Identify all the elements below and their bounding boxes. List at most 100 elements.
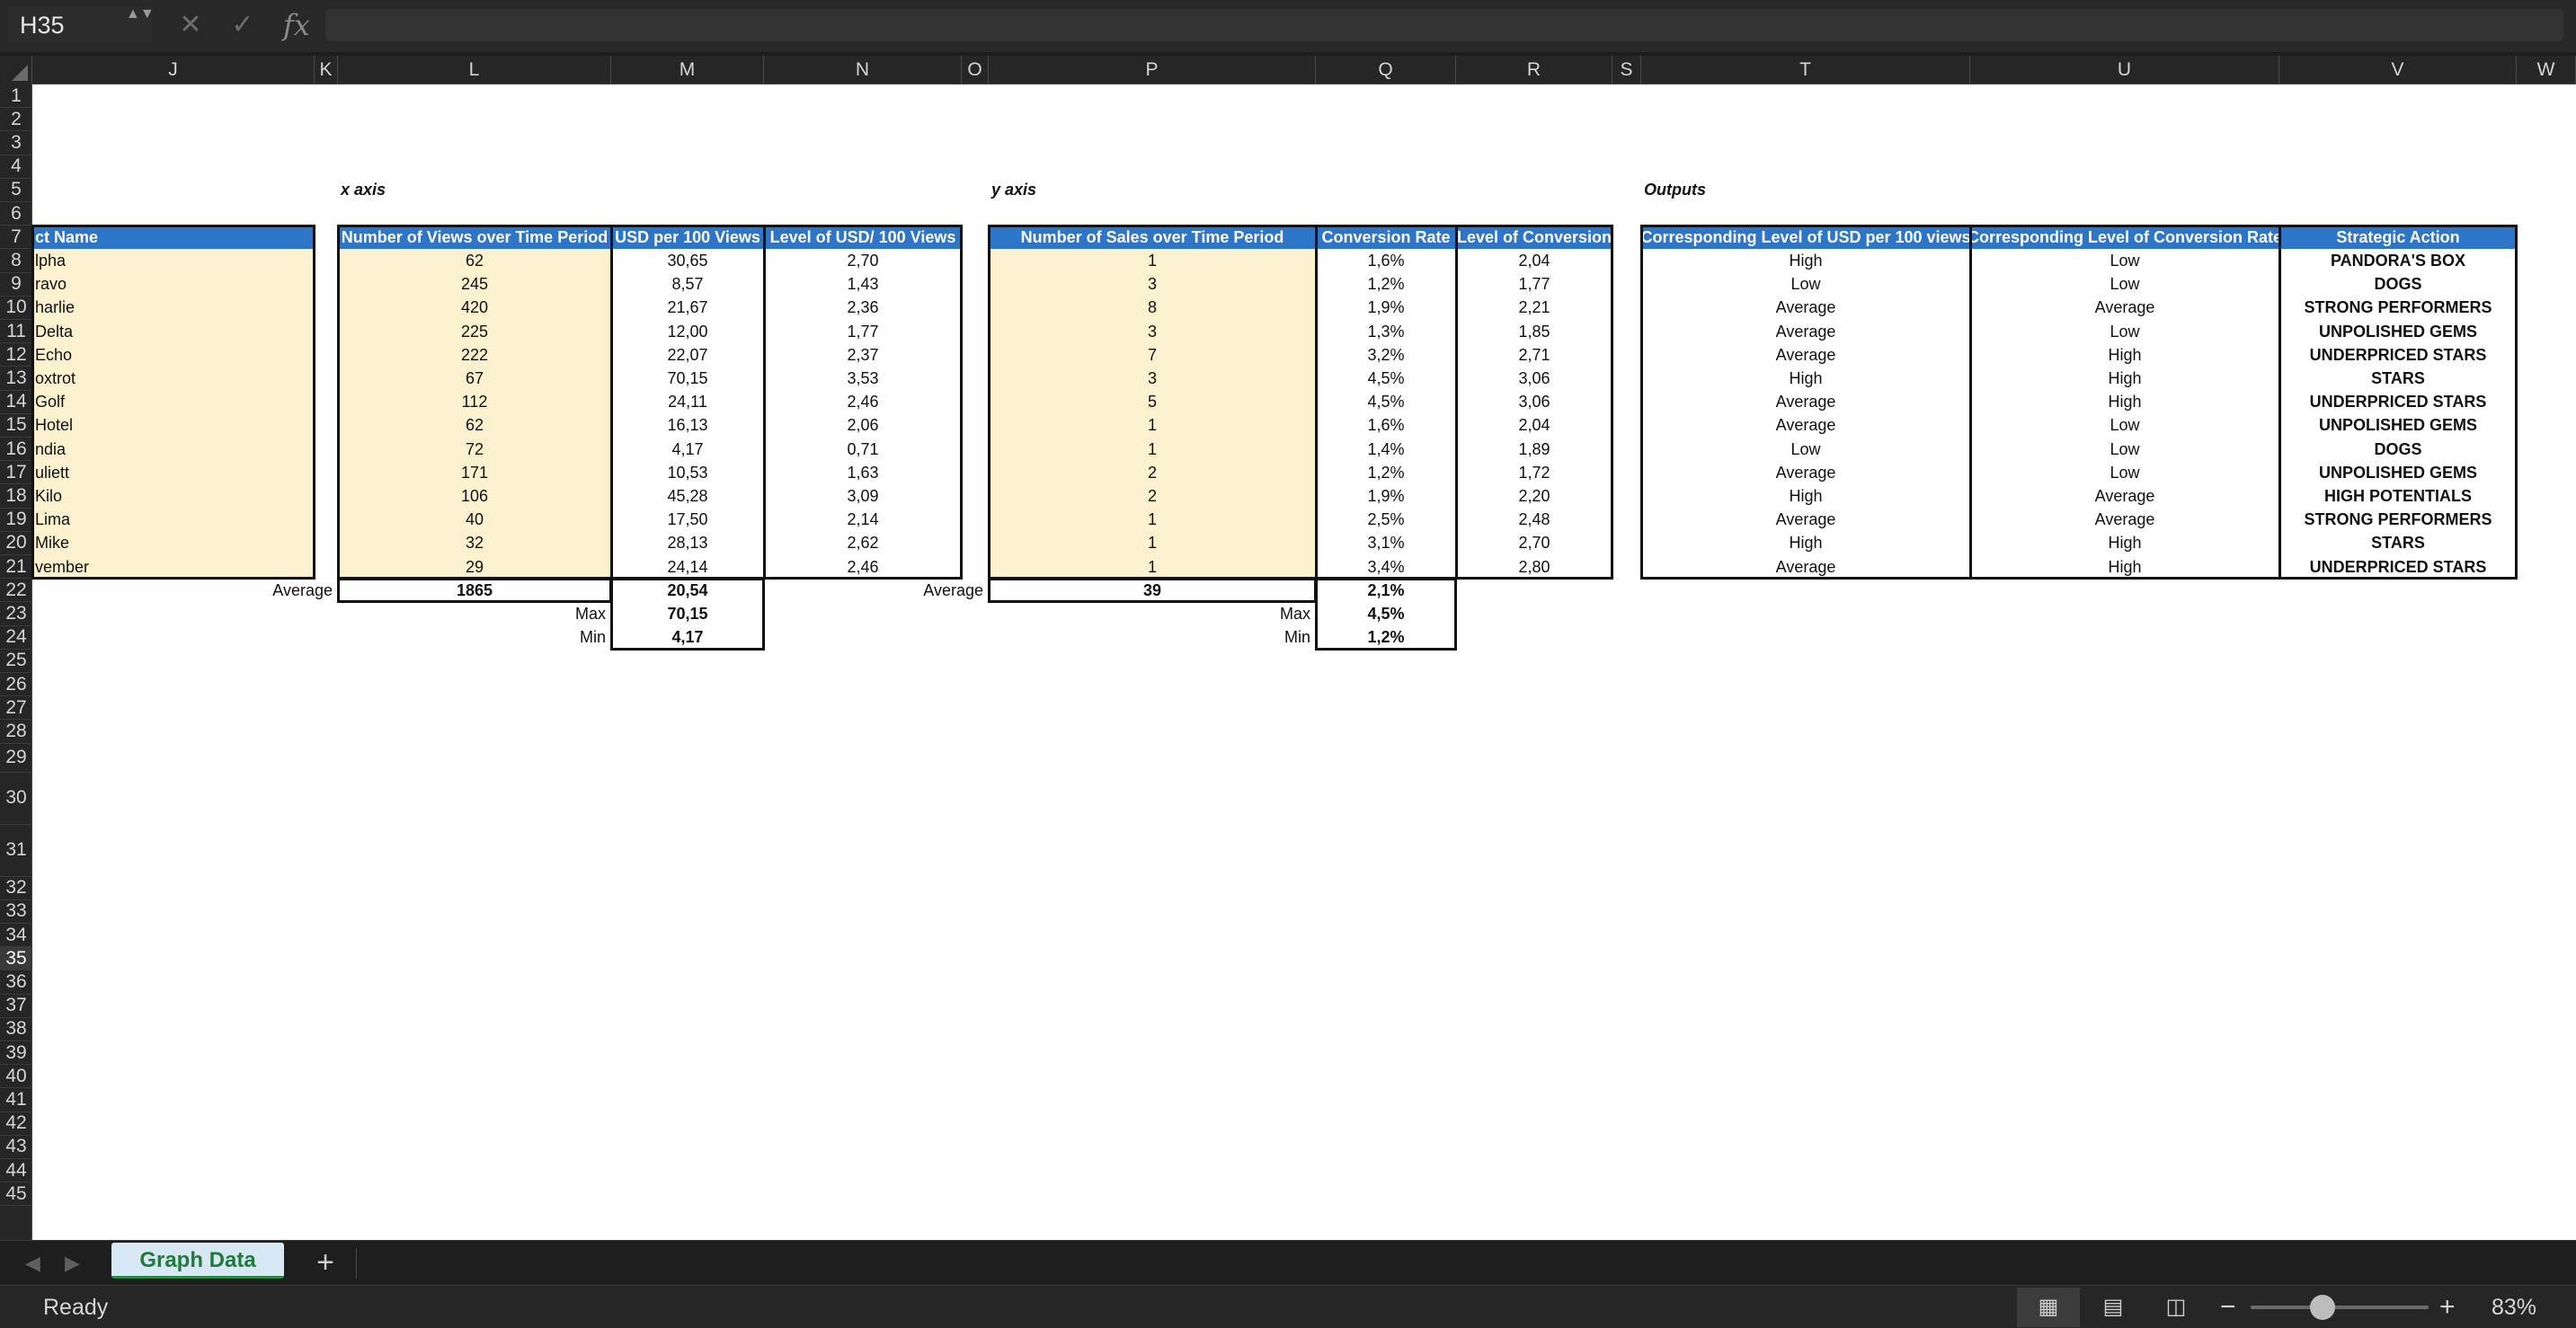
corresponding-conversion-cell[interactable]: Average [1970,297,2279,320]
usd-per-100-cell[interactable]: 4,17 [611,438,764,461]
row-header-7[interactable]: 7 [0,226,32,250]
views-cell[interactable]: 112 [338,390,611,414]
corresponding-conversion-cell[interactable]: Average [1970,484,2279,508]
product-name-cell[interactable]: ndia [32,438,315,462]
column-header-U[interactable]: U [1970,56,2279,84]
column-header-O[interactable]: O [962,56,989,84]
average-label[interactable]: Average [180,579,336,602]
level-usd-cell[interactable]: 1,77 [764,320,962,343]
row-header-37[interactable]: 37 [0,995,32,1018]
strategic-action-cell[interactable]: UNPOLISHED GEMS [2279,414,2517,438]
level-conversion-cell[interactable]: 3,06 [1456,367,1612,390]
header-strategic-action[interactable]: Strategic Action [2279,226,2517,250]
corresponding-conversion-cell[interactable]: Low [1970,461,2279,484]
min-label[interactable]: Min [1168,626,1314,650]
next-sheet-icon[interactable]: ▶ [65,1252,80,1275]
strategic-action-cell[interactable]: STARS [2279,367,2517,390]
corresponding-conversion-cell[interactable]: High [1970,532,2279,555]
usd-per-100-cell[interactable]: 8,57 [611,273,764,297]
corresponding-usd-cell[interactable]: High [1641,249,1970,272]
header-usd-per-100[interactable]: USD per 100 Views [611,226,764,250]
average-conversion-cell[interactable]: 2,1% [1316,579,1456,602]
row-header-29[interactable]: 29 [0,744,32,773]
row-header-26[interactable]: 26 [0,673,32,697]
sales-cell[interactable]: 3 [989,367,1316,391]
level-conversion-cell[interactable]: 1,85 [1456,320,1612,343]
product-name-cell[interactable]: oxtrot [32,367,315,391]
row-header-33[interactable]: 33 [0,900,32,924]
sales-cell[interactable]: 1 [989,531,1316,555]
views-cell[interactable]: 62 [338,413,611,438]
views-cell[interactable]: 40 [338,508,611,532]
function-icon[interactable]: fx [279,7,315,43]
row-header-3[interactable]: 3 [0,131,32,155]
sales-cell[interactable]: 2 [989,461,1316,485]
name-box-stepper-icon[interactable]: ▲▼ [126,5,155,45]
column-header-J[interactable]: J [32,56,315,84]
sales-cell[interactable]: 1 [989,508,1316,532]
product-name-cell[interactable]: Golf [32,390,315,414]
row-header-38[interactable]: 38 [0,1018,32,1041]
product-name-cell[interactable]: Hotel [32,413,315,438]
usd-per-100-cell[interactable]: 10,53 [611,461,764,484]
row-header-15[interactable]: 15 [0,414,32,438]
corresponding-conversion-cell[interactable]: Low [1970,414,2279,438]
average-usd-cell[interactable]: 20,54 [611,579,764,602]
level-usd-cell[interactable]: 1,43 [764,273,962,297]
usd-per-100-cell[interactable]: 30,65 [611,249,764,272]
page-break-view-icon[interactable]: ◫ [2145,1288,2207,1327]
select-all-corner[interactable] [0,56,32,84]
strategic-action-cell[interactable]: UNDERPRICED STARS [2279,343,2517,367]
zoom-slider-thumb[interactable] [2310,1295,2335,1320]
level-conversion-cell[interactable]: 1,77 [1456,273,1612,297]
row-header-1[interactable]: 1 [0,84,32,109]
views-cell[interactable]: 225 [338,320,611,344]
corresponding-usd-cell[interactable]: Average [1641,509,1970,532]
row-header-27[interactable]: 27 [0,696,32,721]
worksheet-grid[interactable]: JKLMNOPQRSTUVW 1 2 3 4 5 6 7 8 9 10 11 12 13 14 15 16 17… [0,56,2576,1240]
conversion-rate-cell[interactable]: 1,9% [1316,484,1456,508]
row-header-40[interactable]: 40 [0,1065,32,1089]
strategic-action-cell[interactable]: DOGS [2279,438,2517,461]
usd-per-100-cell[interactable]: 16,13 [611,414,764,438]
header-views[interactable]: Number of Views over Time Period [338,226,611,250]
corresponding-usd-cell[interactable]: Average [1641,320,1970,343]
page-layout-view-icon[interactable]: ▤ [2082,1288,2145,1327]
header-conversion-rate[interactable]: Conversion Rate [1316,226,1456,250]
corresponding-usd-cell[interactable]: Average [1641,555,1970,579]
product-name-cell[interactable]: uliett [32,461,315,485]
max-label[interactable]: Max [1168,602,1314,625]
row-header-17[interactable]: 17 [0,461,32,485]
conversion-rate-cell[interactable]: 1,3% [1316,320,1456,343]
conversion-rate-cell[interactable]: 1,6% [1316,249,1456,272]
conversion-rate-cell[interactable]: 3,1% [1316,532,1456,555]
corresponding-usd-cell[interactable]: Low [1641,438,1970,461]
strategic-action-cell[interactable]: UNDERPRICED STARS [2279,391,2517,414]
level-usd-cell[interactable]: 2,62 [764,532,962,555]
level-usd-cell[interactable]: 0,71 [764,438,962,461]
level-conversion-cell[interactable]: 2,71 [1456,343,1612,367]
strategic-action-cell[interactable]: PANDORA'S BOX [2279,249,2517,272]
conversion-rate-cell[interactable]: 3,4% [1316,555,1456,579]
row-header-5[interactable]: 5 [0,179,32,202]
corresponding-usd-cell[interactable]: Average [1641,461,1970,484]
column-header-M[interactable]: M [611,56,764,84]
cell-area[interactable]: x axis y axis Outputs ct Name Number of View… [31,84,2576,1240]
usd-per-100-cell[interactable]: 12,00 [611,320,764,343]
zoom-out-button[interactable]: − [2220,1286,2236,1328]
product-name-cell[interactable]: Mike [32,531,315,555]
row-header-23[interactable]: 23 [0,602,32,626]
corresponding-usd-cell[interactable]: Average [1641,414,1970,438]
corresponding-conversion-cell[interactable]: High [1970,555,2279,579]
strategic-action-cell[interactable]: HIGH POTENTIALS [2279,484,2517,508]
views-cell[interactable]: 420 [338,296,611,320]
level-usd-cell[interactable]: 2,36 [764,297,962,320]
conversion-rate-cell[interactable]: 4,5% [1316,391,1456,414]
column-header-L[interactable]: L [338,56,611,84]
level-conversion-cell[interactable]: 2,20 [1456,484,1612,508]
product-name-cell[interactable]: lpha [32,249,315,273]
header-corr-conv[interactable]: Corresponding Level of Conversion Rate [1970,226,2279,250]
min-conversion-cell[interactable]: 1,2% [1316,626,1456,650]
conversion-rate-cell[interactable]: 1,6% [1316,414,1456,438]
row-header-2[interactable]: 2 [0,108,32,132]
